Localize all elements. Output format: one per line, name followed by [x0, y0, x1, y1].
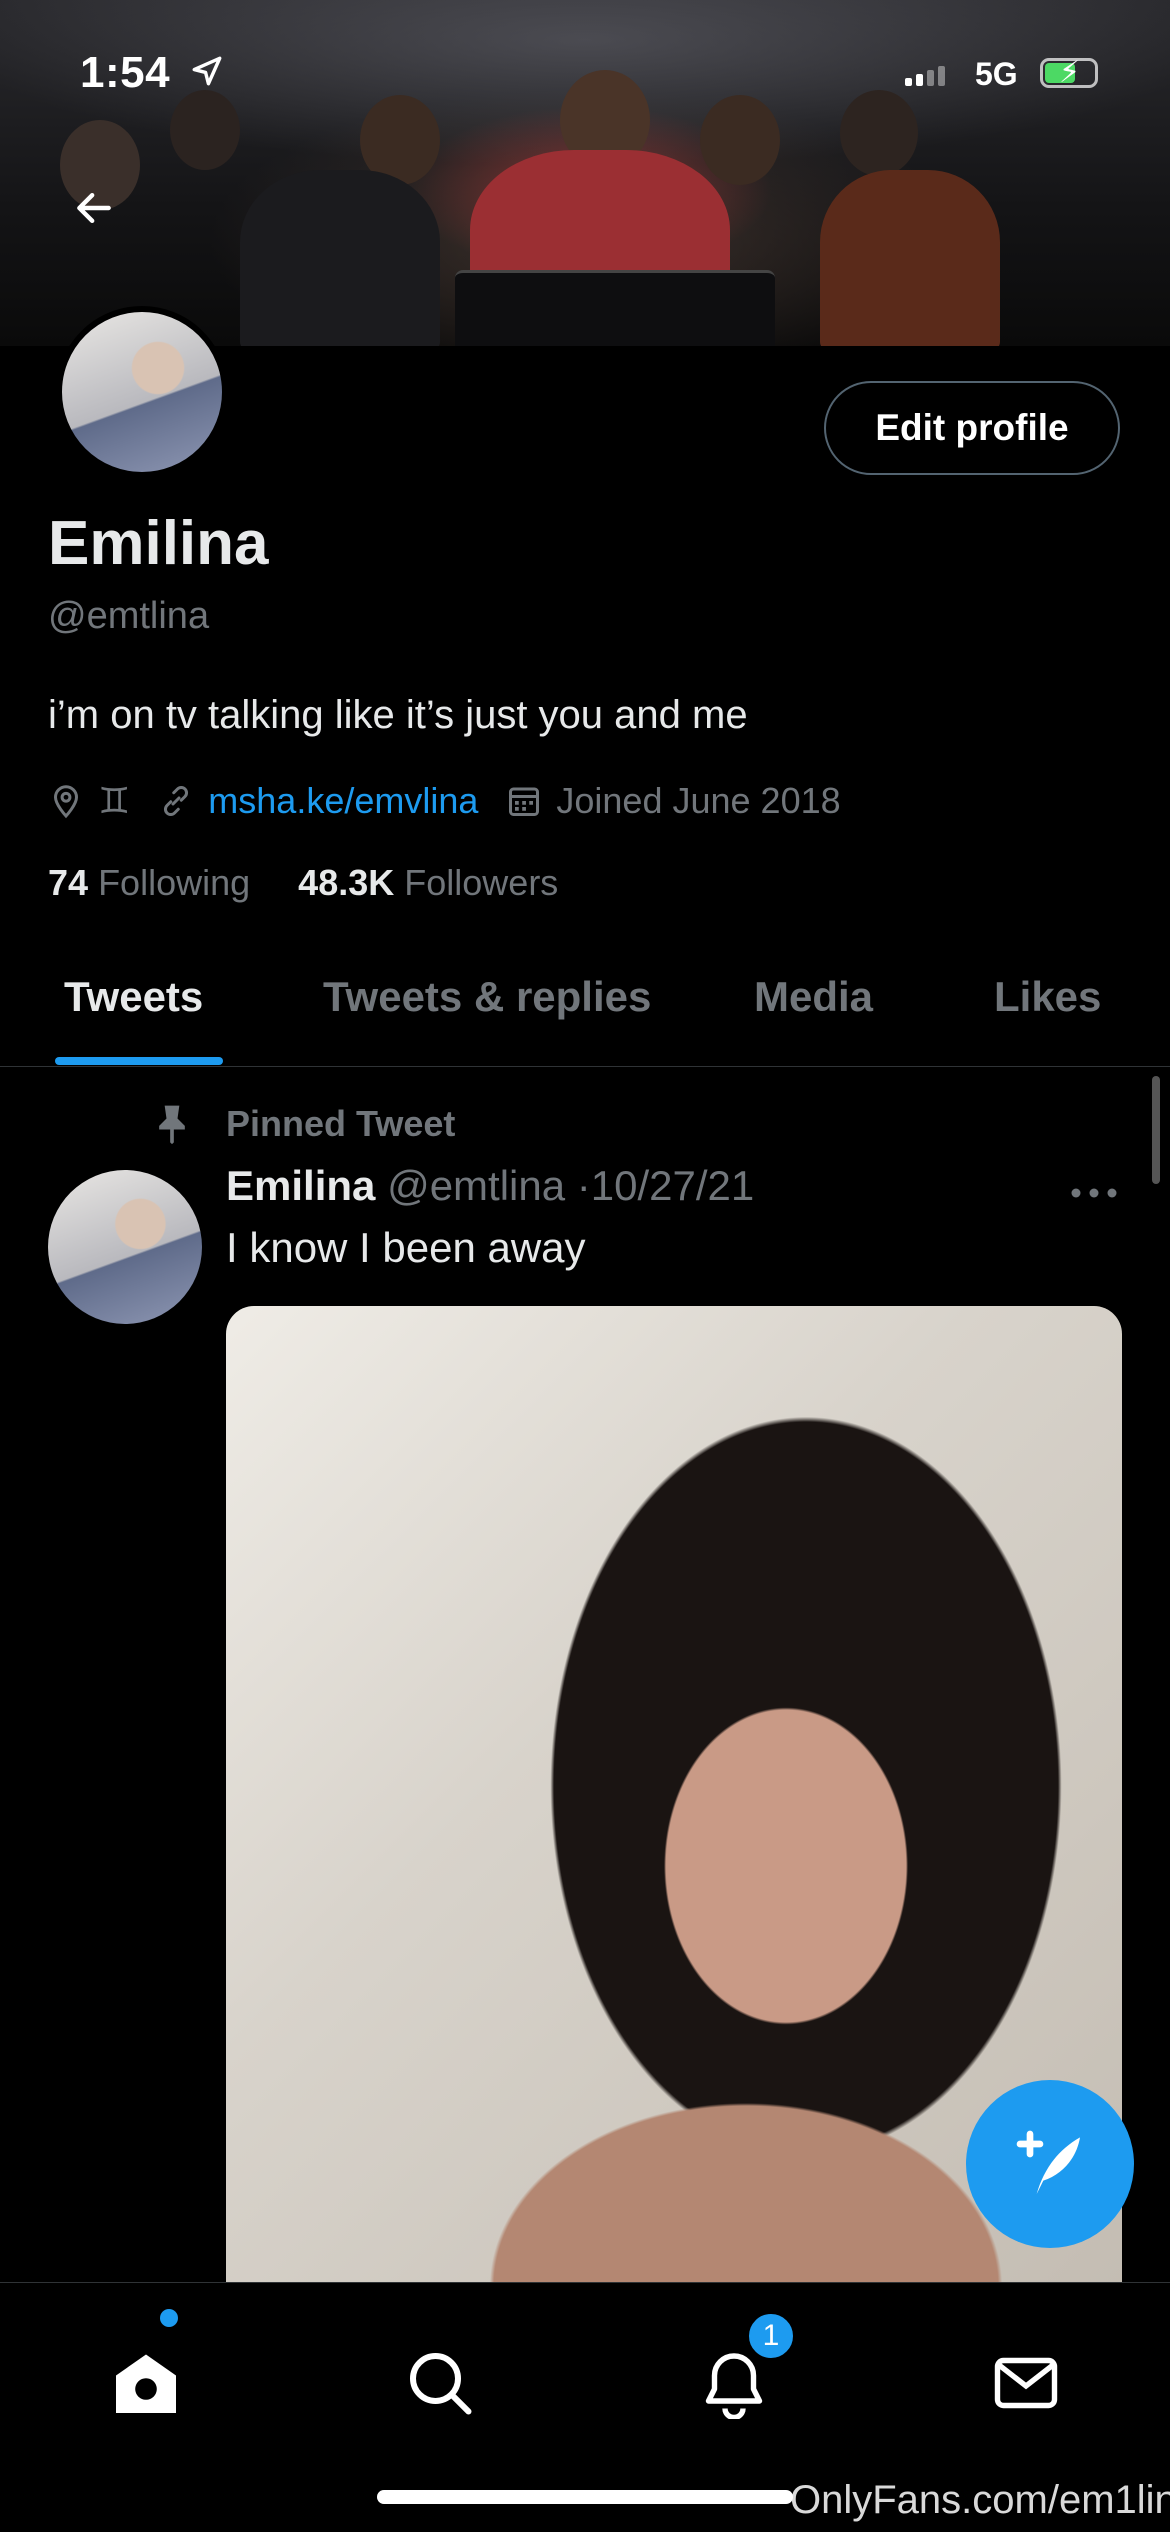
edit-profile-button[interactable]: Edit profile: [824, 381, 1120, 475]
tweet-date[interactable]: 10/27/21: [591, 1162, 755, 1209]
watermark-text: OnlyFans.com/em1lina: [790, 2478, 1170, 2522]
network-type: 5G: [975, 56, 1018, 92]
more-horizontal-icon: [1071, 1188, 1117, 1198]
calendar-icon: [509, 787, 540, 816]
location-text: ♊: [98, 780, 131, 821]
profile-avatar[interactable]: [56, 306, 228, 478]
profile-website[interactable]: msha.ke/emvlina: [158, 780, 478, 822]
notification-badge: 1: [746, 2311, 796, 2361]
battery-icon: ⚡: [1040, 56, 1098, 89]
following-count: 74: [48, 862, 89, 903]
messages-icon[interactable]: [990, 2347, 1062, 2419]
following-stat[interactable]: 74 Following: [48, 862, 250, 903]
compose-tweet-button[interactable]: [966, 2080, 1134, 2248]
followers-stat[interactable]: 48.3K Followers: [298, 862, 558, 903]
tab-tweets[interactable]: Tweets: [64, 973, 203, 1021]
status-time: 1:54: [80, 48, 171, 97]
profile-display-name: Emilina: [48, 509, 269, 578]
profile-bio: i’m on tv talking like it’s just you and…: [48, 693, 748, 737]
tweet-author-handle[interactable]: @emtlina: [387, 1162, 565, 1209]
location-arrow-icon: [192, 56, 222, 86]
tab-likes[interactable]: Likes: [994, 973, 1101, 1021]
search-icon[interactable]: [404, 2347, 476, 2419]
tab-media[interactable]: Media: [754, 973, 873, 1021]
home-unread-dot: [160, 2309, 178, 2327]
location-pin-icon: [53, 785, 79, 819]
compose-feather-icon: [1016, 2130, 1080, 2194]
joined-text: Joined June 2018: [556, 780, 841, 821]
profile-counts: 74 Following 48.3K Followers: [48, 862, 558, 904]
pin-icon: [159, 1105, 185, 1145]
tweet-header: Emilina @emtlina ·10/27/21: [226, 1162, 754, 1210]
followers-count: 48.3K: [298, 862, 395, 903]
following-label: Following: [98, 862, 251, 903]
profile-handle: @emtlina: [48, 595, 210, 637]
pin-label-text: Pinned Tweet: [226, 1103, 456, 1144]
followers-label: Followers: [404, 862, 559, 903]
pinned-tweet-label: Pinned Tweet: [150, 1100, 455, 1148]
home-icon[interactable]: [110, 2347, 182, 2419]
profile-joined: Joined June 2018: [506, 780, 841, 822]
profile-location: ♊: [48, 780, 130, 822]
status-bar: 1:54 5G ⚡: [0, 0, 1170, 140]
tweet-text: I know I been away: [226, 1224, 586, 1271]
arrow-left-icon: [77, 192, 111, 224]
back-button[interactable]: [62, 176, 126, 240]
profile-meta: ♊ msha.ke/emvlina Joined June 2018: [48, 776, 869, 826]
link-icon: [164, 785, 189, 817]
tweet-avatar[interactable]: [48, 1170, 202, 1324]
active-tab-indicator: [55, 1057, 223, 1065]
home-indicator[interactable]: [377, 2490, 793, 2504]
signal-icon: [905, 66, 949, 86]
tweet-separator: ·: [576, 1162, 591, 1209]
tweet-author-name[interactable]: Emilina: [226, 1162, 375, 1209]
profile-tabs: Tweets Tweets & replies Media Likes: [0, 945, 1170, 1067]
scrollbar[interactable]: [1152, 1076, 1160, 1184]
tweet-more-button[interactable]: [1070, 1168, 1118, 1213]
tab-tweets-replies[interactable]: Tweets & replies: [323, 973, 651, 1021]
website-link[interactable]: msha.ke/emvlina: [208, 780, 478, 822]
